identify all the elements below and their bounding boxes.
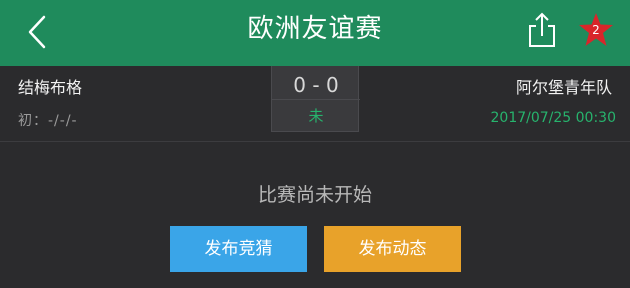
match-status: 未: [308, 107, 324, 125]
post-update-button[interactable]: 发布动态: [324, 226, 461, 272]
back-button[interactable]: [22, 12, 52, 52]
away-team-name[interactable]: 阿尔堡青年队: [516, 74, 612, 98]
chevron-left-icon: [28, 15, 46, 49]
share-button[interactable]: [524, 10, 560, 50]
home-team-name[interactable]: 结梅布格: [18, 74, 82, 98]
score-panel: 0 - 0 未: [271, 66, 360, 132]
favorite-count: 2: [592, 23, 600, 37]
initial-odds: 初：-/-/-: [18, 113, 78, 129]
top-nav-bar: 欧洲友谊赛 2: [0, 0, 630, 66]
match-info-bar: 结梅布格 初：-/-/- 0 - 0 未 阿尔堡青年队 2017/07/25 0…: [0, 66, 630, 142]
favorite-button[interactable]: 2: [576, 10, 616, 50]
post-prediction-button[interactable]: 发布竞猜: [170, 226, 307, 272]
share-icon: [529, 12, 555, 47]
not-started-message: 比赛尚未开始: [257, 184, 372, 206]
match-score: 0 - 0: [272, 70, 360, 100]
match-datetime: 2017/07/25 00:30: [490, 110, 617, 126]
